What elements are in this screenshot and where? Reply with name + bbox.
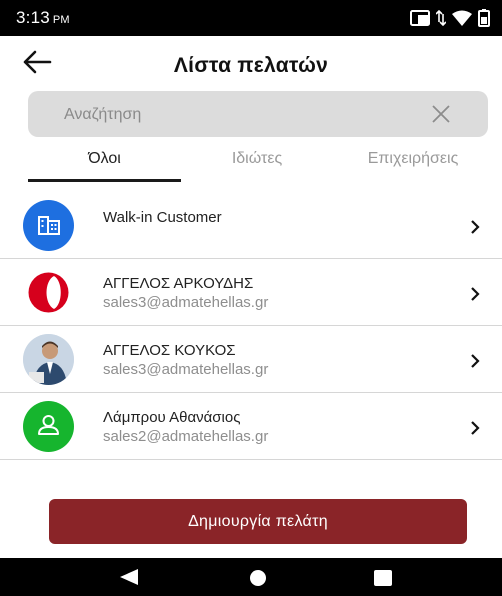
- customer-name: ΑΓΓΕΛΟΣ ΑΡΚΟΥΔΗΣ: [103, 275, 254, 292]
- cast-icon: [410, 10, 430, 26]
- search-input[interactable]: [62, 91, 426, 139]
- close-icon: [432, 105, 450, 123]
- person-photo: [23, 334, 74, 385]
- status-icons: [410, 9, 490, 27]
- nav-home-button[interactable]: [249, 569, 267, 592]
- customer-email: sales3@admatehellas.gr: [103, 361, 269, 378]
- tab-individuals[interactable]: Ιδιώτες: [182, 150, 332, 168]
- active-tab-indicator: [28, 179, 181, 182]
- wifi-icon: [452, 10, 472, 26]
- chevron-right-icon: [471, 220, 480, 234]
- create-customer-button[interactable]: Δημιουργία πελάτη: [49, 499, 467, 544]
- building-icon: [38, 216, 60, 235]
- home-circle-icon: [250, 570, 266, 586]
- customer-avatar: [23, 200, 74, 251]
- header: Λίστα πελατών: [0, 40, 502, 92]
- customer-avatar: [23, 334, 74, 385]
- back-triangle-icon: [120, 569, 138, 585]
- turkish-airlines-logo: [28, 272, 69, 313]
- recents-square-icon: [374, 570, 392, 586]
- tab-all[interactable]: Όλοι: [28, 150, 181, 168]
- customer-avatar: [23, 267, 74, 318]
- customer-name: ΑΓΓΕΛΟΣ ΚΟΥΚΟΣ: [103, 342, 236, 359]
- page-title: Λίστα πελατών: [173, 54, 329, 77]
- search-bar: [28, 91, 488, 139]
- nav-back-button[interactable]: [120, 569, 138, 590]
- system-nav-bar: [0, 558, 502, 596]
- customer-row[interactable]: ΑΓΓΕΛΟΣ ΑΡΚΟΥΔΗΣ sales3@admatehellas.gr: [0, 259, 502, 326]
- tab-businesses[interactable]: Επιχειρήσεις: [340, 150, 486, 168]
- status-time-ampm: PM: [52, 14, 70, 26]
- customer-email: sales3@admatehellas.gr: [103, 294, 269, 311]
- chevron-right-icon: [471, 287, 480, 301]
- customer-name: Λάμπρου Αθανάσιος: [103, 409, 241, 426]
- status-bar: 3:13 PM: [0, 0, 502, 36]
- customer-row[interactable]: ΑΓΓΕΛΟΣ ΚΟΥΚΟΣ sales3@admatehellas.gr: [0, 326, 502, 393]
- customer-email: sales2@admatehellas.gr: [103, 428, 269, 445]
- status-time: 3:13 PM: [16, 8, 70, 28]
- battery-icon: [478, 9, 490, 27]
- customer-name: Walk-in Customer: [103, 209, 222, 226]
- data-arrows-icon: [436, 10, 446, 26]
- person-icon: [38, 415, 59, 435]
- customer-type-tabs: Όλοι Ιδιώτες Επιχειρήσεις: [0, 140, 502, 182]
- customer-avatar: [23, 401, 74, 452]
- customer-row-walk-in[interactable]: Walk-in Customer: [0, 190, 502, 259]
- customer-list: Walk-in Customer ΑΓΓΕΛΟΣ ΑΡΚΟΥΔΗΣ sales3…: [0, 190, 502, 460]
- customer-row[interactable]: Λάμπρου Αθανάσιος sales2@admatehellas.gr: [0, 393, 502, 460]
- status-time-value: 3:13: [16, 8, 50, 27]
- chevron-right-icon: [471, 421, 480, 435]
- chevron-right-icon: [471, 354, 480, 368]
- nav-recents-button[interactable]: [374, 570, 392, 591]
- clear-search-button[interactable]: [432, 105, 450, 123]
